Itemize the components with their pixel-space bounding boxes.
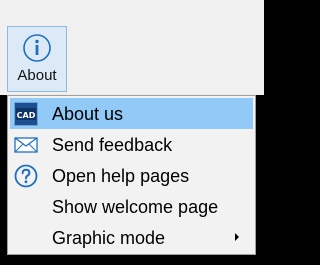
cad-logo-icon: CAD [14, 102, 38, 126]
svg-text:CAD: CAD [17, 111, 36, 120]
submenu-arrow-icon [235, 233, 239, 241]
envelope-icon [14, 137, 38, 153]
menu-item-label: Graphic mode [52, 228, 166, 248]
about-dropdown-menu: CAD About us Send feedback Open help pag… [7, 95, 256, 255]
menu-item-label: Open help pages [52, 166, 190, 186]
question-icon [14, 164, 38, 188]
menu-item-send-feedback[interactable]: Send feedback [10, 129, 253, 160]
menu-item-label: Show welcome page [52, 197, 219, 217]
about-button[interactable]: About [7, 26, 67, 92]
menu-item-open-help-pages[interactable]: Open help pages [10, 160, 253, 191]
menu-item-graphic-mode[interactable]: Graphic mode [10, 222, 253, 253]
info-icon [23, 34, 51, 62]
menu-item-show-welcome-page[interactable]: Show welcome page [10, 191, 253, 222]
menu-item-about-us[interactable]: CAD About us [10, 98, 253, 129]
about-button-label: About [17, 67, 57, 84]
menu-item-label: Send feedback [52, 135, 173, 155]
menu-item-label: About us [52, 104, 124, 124]
